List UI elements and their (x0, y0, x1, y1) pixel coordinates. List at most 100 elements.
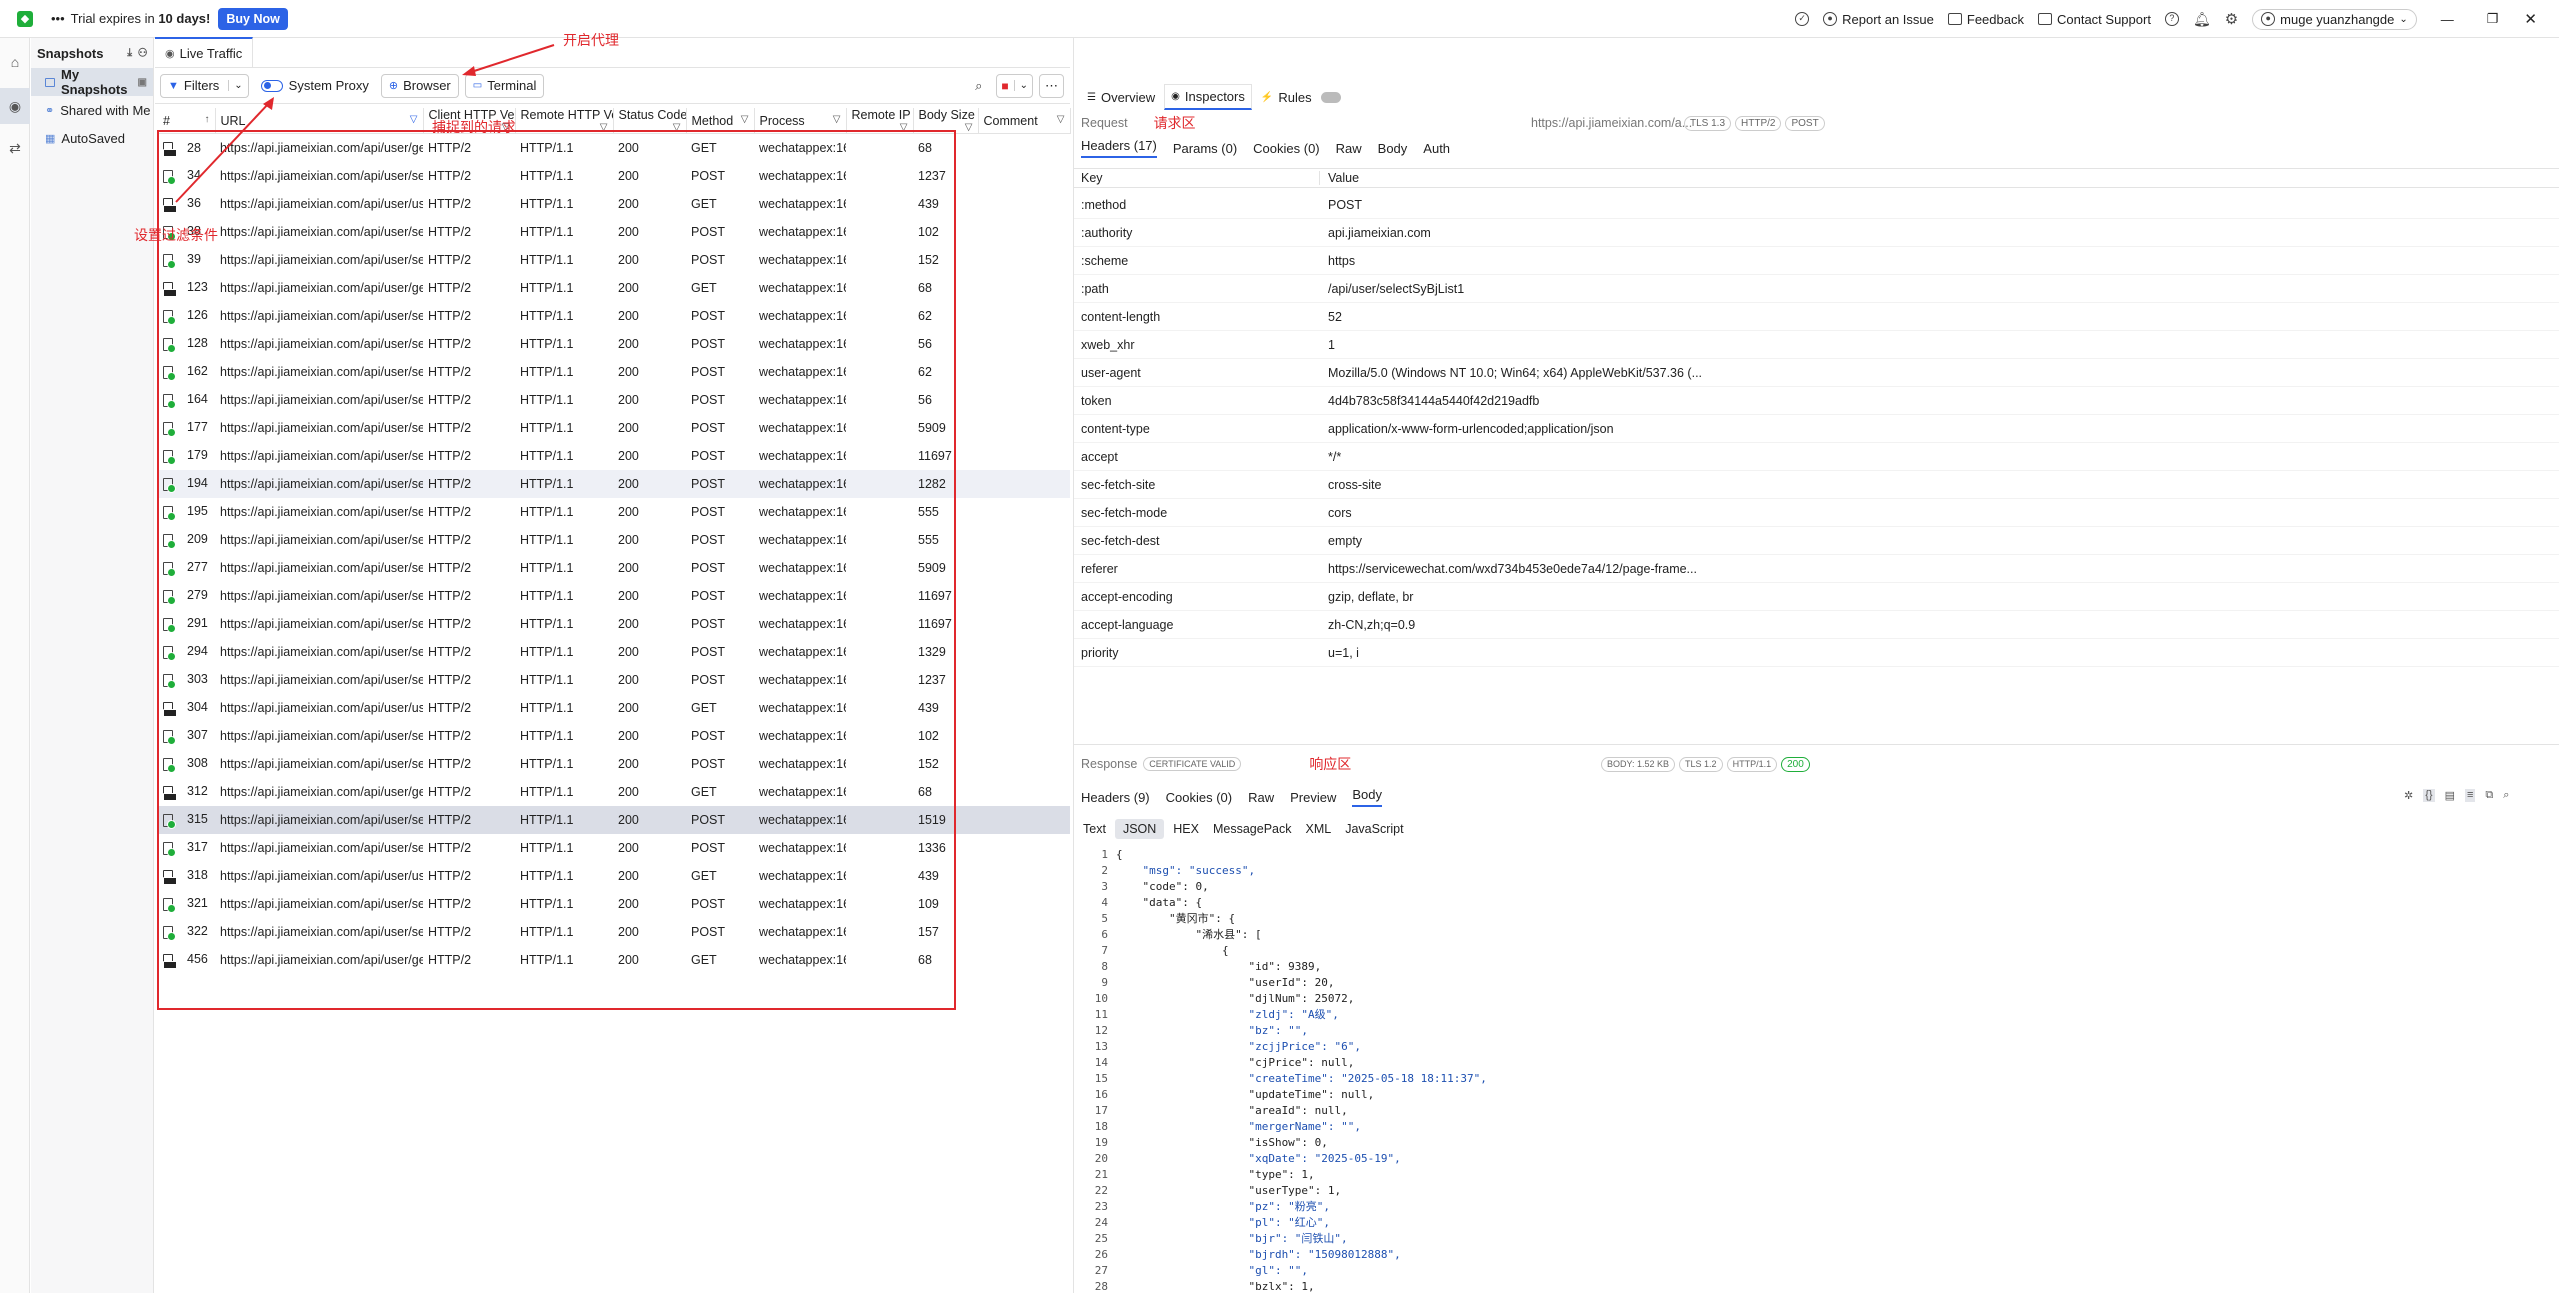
buy-now-button[interactable]: Buy Now (218, 7, 288, 30)
header-row[interactable]: :scheme https (1074, 247, 2559, 275)
format-messagepack[interactable]: MessagePack (1208, 819, 1297, 839)
header-row[interactable]: content-type application/x-www-form-urlen… (1074, 415, 2559, 443)
header-row[interactable]: content-length 52 (1074, 303, 2559, 331)
snapshot-item-autosaved[interactable]: ▦ AutoSaved (31, 124, 153, 152)
toggle-switch[interactable] (260, 79, 283, 92)
header-row[interactable]: token 4d4b783c58f34144a5440f42d219adfb (1074, 387, 2559, 415)
minimize-button[interactable]: — (2441, 12, 2461, 27)
format-json[interactable]: JSON (1114, 819, 1165, 839)
format-hex[interactable]: HEX (1168, 819, 1204, 839)
subtab-raw[interactable]: Raw (1336, 141, 1362, 156)
system-proxy-toggle[interactable]: System Proxy (260, 78, 369, 93)
eye-icon[interactable]: ◉ (0, 88, 30, 124)
filter-icon[interactable]: ▽ (833, 114, 841, 125)
chevron-down-icon[interactable]: ⌄ (1013, 80, 1028, 91)
format-icon[interactable]: ≡ (2464, 789, 2476, 802)
column-header-label: Comment (983, 113, 1038, 128)
browser-button[interactable]: ⊕ Browser (380, 73, 459, 98)
subtab-preview[interactable]: Preview (1290, 790, 1336, 805)
format-text[interactable]: Text (1078, 819, 1111, 839)
format-xml[interactable]: XML (1301, 819, 1337, 839)
feedback-link[interactable]: Feedback (1947, 12, 2024, 27)
format-javascript[interactable]: JavaScript (1340, 819, 1408, 839)
tab-rules[interactable]: ⚡ Rules (1254, 84, 1348, 110)
snapshot-item-shared[interactable]: ⚭ Shared with Me (31, 96, 153, 124)
column-header[interactable]: Comment ▽ (978, 108, 1071, 134)
header-row[interactable]: :path/api/user/selectSyBjList1 (1074, 275, 2559, 303)
cell-comment (978, 330, 1070, 358)
copy-icon[interactable]: ⧉ (2485, 789, 2493, 802)
snapshots-header: Snapshots ⤓ ⚇ (31, 38, 153, 68)
header-value: cross-site (1328, 477, 1382, 492)
code-line: 15 "createTime": "2025-05-18 18:11:37", (1074, 1071, 1487, 1087)
header-row[interactable]: sec-fetch-dest empty (1074, 527, 2559, 555)
report-issue-link[interactable]: ● Report an Issue (1823, 12, 1934, 27)
check-circle-icon[interactable]: ✓ (1795, 12, 1810, 26)
download-icon[interactable]: ⤓ (127, 47, 132, 59)
contact-support-link[interactable]: Contact Support (2037, 12, 2151, 27)
subtab-headers[interactable]: Headers (17) (1081, 138, 1157, 158)
code-text: "djlNum": 25072, (1116, 992, 1355, 1005)
menu-dots-icon[interactable]: ••• (51, 11, 65, 26)
chevron-down-icon[interactable]: ⌄ (228, 80, 247, 91)
help-button[interactable]: ? (2164, 12, 2179, 26)
home-icon[interactable]: ⌂ (0, 44, 30, 80)
filter-icon[interactable]: ▽ (1057, 114, 1065, 125)
chevron-down-icon: ⌄ (2399, 13, 2408, 25)
notifications-button[interactable]: 🔔︎ (2193, 11, 2211, 28)
header-row[interactable]: :method POST (1074, 191, 2559, 219)
tab-live-traffic[interactable]: ◉ Live Traffic (155, 37, 254, 67)
header-row[interactable]: priority u=1, i (1074, 639, 2559, 667)
tab-inspectors[interactable]: ◉ Inspectors (1164, 84, 1252, 110)
clear-button[interactable]: ■ ⌄ (996, 73, 1033, 98)
header-row[interactable]: referer https://servicewechat.com/wxd734b… (1074, 555, 2559, 583)
sort-icon[interactable]: ↑ (205, 114, 210, 125)
header-row[interactable]: :authority api.jiameixian.com (1074, 219, 2559, 247)
column-header-label: Body Size (918, 108, 975, 122)
tab-overview[interactable]: ☰ Overview (1080, 84, 1162, 110)
snapshot-item-label: AutoSaved (61, 130, 126, 146)
braces-icon[interactable]: {} (2423, 789, 2435, 802)
wand-icon[interactable]: ✲ (2404, 789, 2413, 802)
filter-icon[interactable]: ▽ (965, 122, 973, 133)
line-number: 14 (1094, 1056, 1108, 1069)
user-add-icon[interactable]: ⚇ (138, 47, 147, 59)
header-row[interactable]: sec-fetch-mode cors (1074, 499, 2559, 527)
swap-icon[interactable]: ⇄ (0, 130, 30, 166)
code-line: 25 "bjr": "闫铁山", (1074, 1231, 1487, 1247)
search-icon[interactable]: ⌕ (975, 78, 982, 94)
search-icon[interactable]: ⌕ (2503, 789, 2509, 802)
header-row[interactable]: accept-encoding gzip, deflate, br (1074, 583, 2559, 611)
subtab-headers[interactable]: Headers (9) (1081, 790, 1150, 805)
line-number: 12 (1094, 1024, 1108, 1037)
terminal-button[interactable]: ▭ Terminal (464, 73, 545, 98)
settings-button[interactable]: ⚙ (2225, 10, 2238, 28)
header-row[interactable]: xweb_xhr 1 (1074, 331, 2559, 359)
filter-icon[interactable]: ▽ (410, 114, 418, 125)
more-button[interactable]: ⋯ (1039, 73, 1064, 98)
snapshot-item-my-snapshots[interactable]: My Snapshots ▣ (31, 67, 153, 97)
code-line: 21 "type": 1, (1074, 1167, 1487, 1183)
header-row[interactable]: accept */* (1074, 443, 2559, 471)
filters-button[interactable]: ▼ Filters ⌄ (160, 73, 249, 98)
header-row[interactable]: accept-language zh-CN,zh;q=0.9 (1074, 611, 2559, 639)
funnel-icon: ▼ (168, 79, 179, 92)
code-line: 22 "userType": 1, (1074, 1183, 1487, 1199)
subtab-auth[interactable]: Auth (1423, 141, 1450, 156)
save-icon[interactable]: ▤ (2445, 789, 2455, 802)
code-text: "zcjjPrice": "6", (1116, 1040, 1362, 1053)
annotation-response: 响应区 (1309, 756, 1352, 772)
subtab-raw[interactable]: Raw (1248, 790, 1274, 805)
subtab-params[interactable]: Params (0) (1173, 141, 1237, 156)
subtab-cookies[interactable]: Cookies (0) (1253, 141, 1319, 156)
subtab-body[interactable]: Body (1378, 141, 1408, 156)
rules-toggle[interactable] (1320, 91, 1341, 103)
header-row[interactable]: user-agent Mozilla/5.0 (Windows NT 10.0; … (1074, 359, 2559, 387)
header-row[interactable]: sec-fetch-site cross-site (1074, 471, 2559, 499)
user-menu[interactable]: ● muge yuanzhangde ⌄ (2252, 8, 2417, 30)
subtab-cookies[interactable]: Cookies (0) (1166, 790, 1232, 805)
maximize-button[interactable]: ❐ (2487, 11, 2499, 27)
close-window-button[interactable]: ✕ (2524, 10, 2537, 28)
subtab-body[interactable]: Body (1352, 787, 1383, 807)
filter-icon[interactable]: ▽ (741, 114, 749, 125)
